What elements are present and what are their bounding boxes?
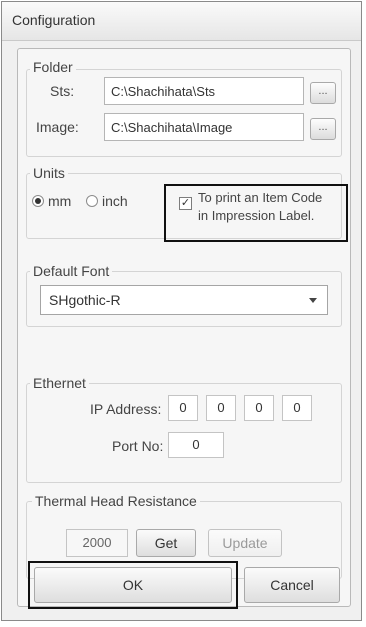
image-path-field[interactable]: C:\Shachihata\Image xyxy=(104,113,304,141)
update-button[interactable]: Update xyxy=(208,529,282,557)
ip-octet-4[interactable]: 0 xyxy=(282,395,312,421)
thermal-resistance-value: 2000 xyxy=(66,529,128,557)
settings-panel: Folder Sts: C:\Shachihata\Sts ... Image:… xyxy=(17,48,351,609)
item-code-label-line2[interactable]: in Impression Label. xyxy=(198,208,314,223)
item-code-checkbox[interactable]: ✓ xyxy=(179,197,192,210)
port-field[interactable]: 0 xyxy=(168,432,224,458)
default-font-select[interactable]: SHgothic-R xyxy=(40,285,328,315)
sts-path-field[interactable]: C:\Shachihata\Sts xyxy=(104,77,304,105)
default-font-label: Default Font xyxy=(30,263,113,279)
folder-group-label: Folder xyxy=(30,59,76,75)
ip-octet-1[interactable]: 0 xyxy=(168,395,198,421)
dialog-title: Configuration xyxy=(12,12,96,28)
get-button[interactable]: Get xyxy=(136,529,196,557)
configuration-dialog: Configuration Folder Sts: C:\Shachihata\… xyxy=(1,1,362,621)
ip-address-label: IP Address: xyxy=(90,401,162,417)
units-mm-radio[interactable] xyxy=(32,195,44,207)
units-inch-label[interactable]: inch xyxy=(102,193,128,209)
dropdown-arrow-icon xyxy=(309,298,317,303)
units-inch-radio[interactable] xyxy=(86,195,98,207)
image-label: Image: xyxy=(36,119,79,135)
title-bar[interactable]: Configuration xyxy=(2,2,361,41)
image-browse-button[interactable]: ... xyxy=(310,118,336,140)
units-group-label: Units xyxy=(30,165,68,181)
sts-browse-button[interactable]: ... xyxy=(310,82,336,104)
ip-octet-2[interactable]: 0 xyxy=(206,395,236,421)
ip-octet-3[interactable]: 0 xyxy=(244,395,274,421)
sts-label: Sts: xyxy=(50,83,75,99)
item-code-label-line1[interactable]: To print an Item Code xyxy=(198,190,322,205)
ok-button[interactable]: OK xyxy=(34,567,232,603)
units-mm-label[interactable]: mm xyxy=(48,193,71,209)
ethernet-group-label: Ethernet xyxy=(30,375,89,391)
cancel-button[interactable]: Cancel xyxy=(244,567,340,603)
default-font-value: SHgothic-R xyxy=(49,292,121,308)
port-label: Port No: xyxy=(112,438,164,454)
thermal-group-label: Thermal Head Resistance xyxy=(32,493,200,509)
